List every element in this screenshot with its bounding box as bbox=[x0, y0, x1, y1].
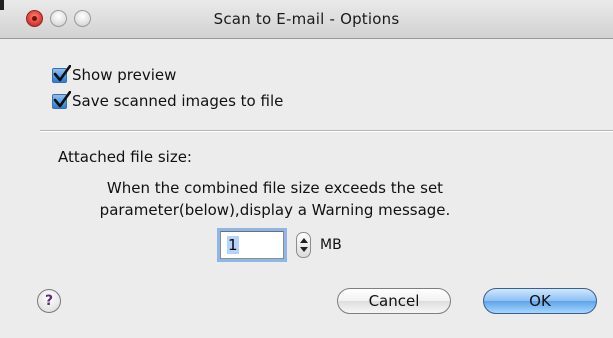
save-scanned-option[interactable]: Save scanned images to file bbox=[52, 90, 283, 112]
arrow-down-icon[interactable] bbox=[300, 247, 308, 252]
scan-options-dialog: Scan to E-mail - Options Show preview Sa… bbox=[0, 0, 613, 338]
show-preview-option[interactable]: Show preview bbox=[52, 64, 176, 86]
show-preview-label[interactable]: Show preview bbox=[72, 66, 176, 84]
size-description-line-1: When the combined file size exceeds the … bbox=[106, 179, 444, 197]
show-preview-checkbox[interactable] bbox=[52, 64, 71, 83]
checkmark-icon bbox=[53, 64, 71, 81]
cancel-button[interactable]: Cancel bbox=[337, 288, 451, 314]
file-size-stepper[interactable] bbox=[296, 232, 311, 258]
help-icon[interactable]: ? bbox=[37, 289, 61, 313]
file-size-value[interactable]: 1 bbox=[227, 236, 239, 254]
corner-mark bbox=[0, 0, 4, 10]
attached-size-label: Attached file size: bbox=[58, 148, 192, 166]
title-bar[interactable]: Scan to E-mail - Options bbox=[0, 0, 613, 39]
save-scanned-checkbox[interactable] bbox=[52, 90, 71, 109]
save-scanned-label[interactable]: Save scanned images to file bbox=[72, 92, 283, 110]
checkmark-icon bbox=[53, 90, 71, 107]
ok-button[interactable]: OK bbox=[483, 288, 597, 314]
window-title: Scan to E-mail - Options bbox=[213, 10, 400, 28]
size-description: When the combined file size exceeds the … bbox=[40, 177, 510, 221]
separator bbox=[40, 130, 613, 131]
size-description-line-2: parameter(below),display a Warning messa… bbox=[99, 201, 451, 219]
file-size-input[interactable]: 1 bbox=[220, 231, 284, 259]
arrow-up-icon[interactable] bbox=[300, 238, 308, 243]
size-unit-label: MB bbox=[320, 237, 342, 253]
